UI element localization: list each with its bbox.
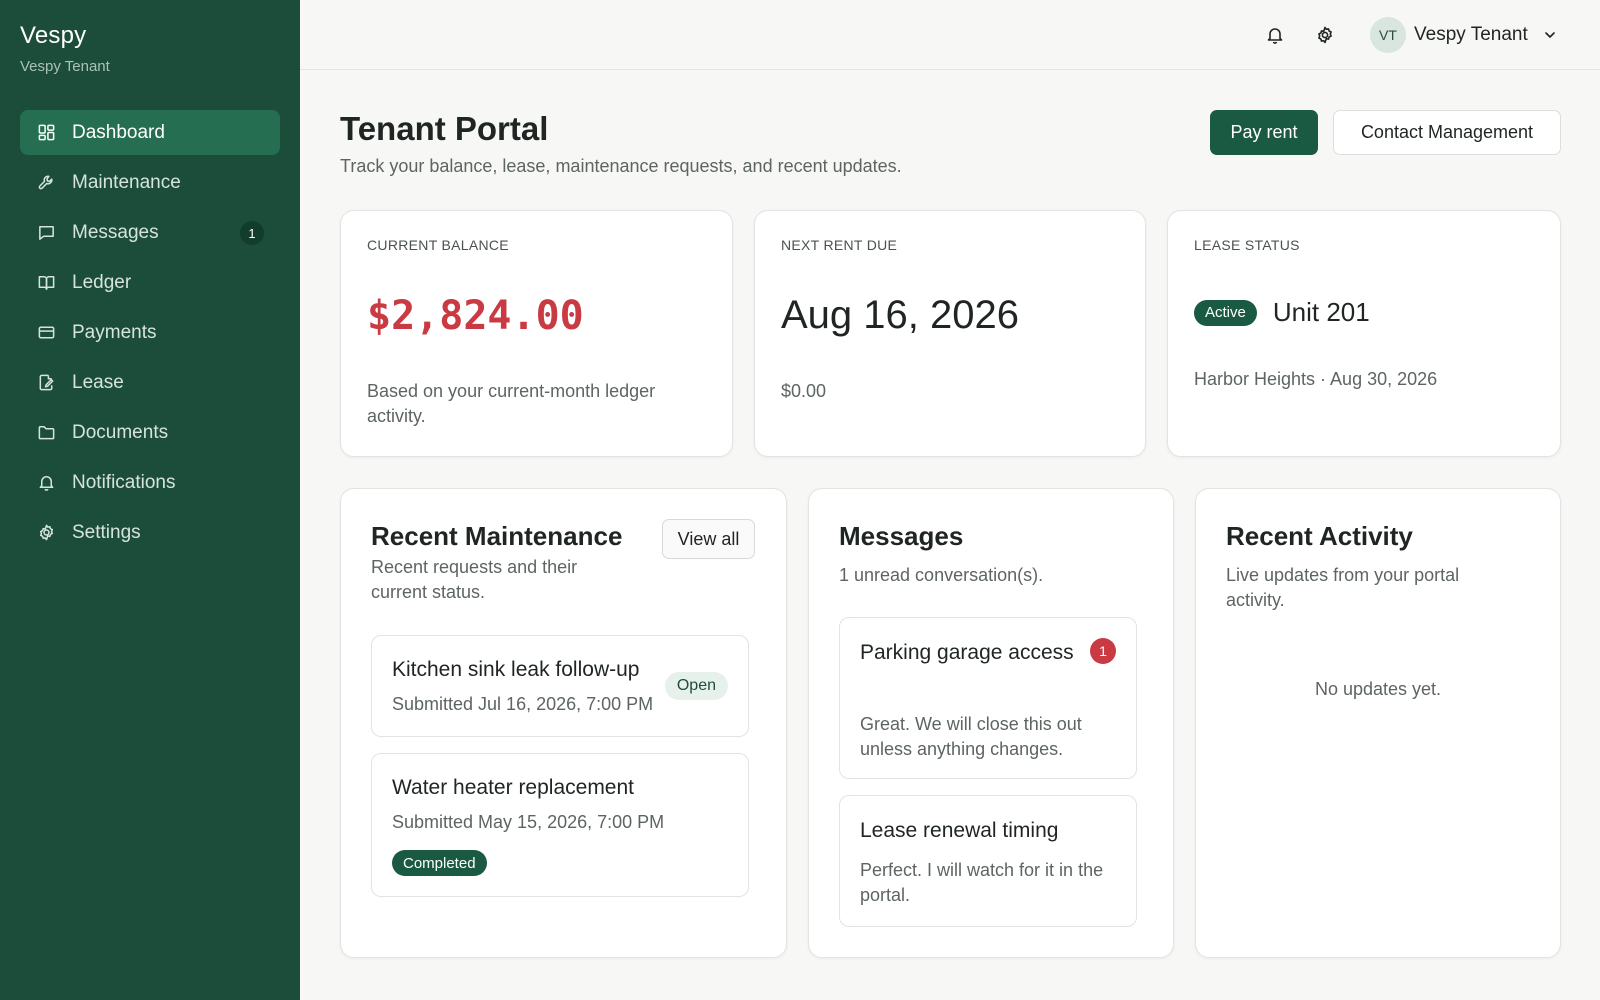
card-subtitle: Recent requests and their current status… (371, 557, 578, 602)
message-title: Lease renewal timing (860, 819, 1059, 842)
sidebar-item-label: Notifications (72, 471, 176, 493)
rent-due-date: Aug 16, 2026 (781, 293, 1019, 337)
status-badge: Open (664, 672, 728, 700)
message-preview: Perfect. I will watch for it in the port… (860, 860, 1104, 905)
card-title: Recent Activity (1226, 521, 1413, 551)
gear-icon (36, 523, 56, 543)
maintenance-item[interactable]: Kitchen sink leak follow-up Submitted Ju… (371, 635, 749, 737)
unread-badge: 1 (1090, 638, 1116, 664)
page-title: Tenant Portal (340, 110, 549, 147)
message-thread[interactable]: Parking garage access 1 Great. We will c… (839, 617, 1137, 779)
sidebar-item-maintenance[interactable]: Maintenance (20, 160, 280, 205)
maintenance-date: Submitted Jul 16, 2026, 7:00 PM (392, 694, 654, 714)
sidebar-nav: Dashboard Maintenance Messages 1 Ledger (20, 110, 280, 560)
credit-card-icon (36, 323, 56, 343)
page-subtitle: Track your balance, lease, maintenance r… (340, 156, 902, 176)
sidebar-item-documents[interactable]: Documents (20, 410, 280, 455)
stat-label: NEXT RENT DUE (781, 237, 898, 253)
sidebar-item-settings[interactable]: Settings (20, 510, 280, 555)
card-subtitle: Live updates from your portal activity. (1226, 565, 1460, 610)
wrench-icon (36, 173, 56, 193)
sidebar-item-label: Dashboard (72, 121, 165, 143)
bell-icon (36, 473, 56, 493)
dashboard-icon (36, 123, 56, 143)
balance-note: Based on your current-month ledger activ… (367, 381, 656, 426)
brand-name: Vespy (20, 22, 87, 49)
maintenance-title: Kitchen sink leak follow-up (392, 658, 640, 681)
sidebar-item-dashboard[interactable]: Dashboard (20, 110, 280, 155)
bell-icon[interactable] (1262, 22, 1288, 48)
brand: Vespy Vespy Tenant (20, 22, 110, 75)
document-edit-icon (36, 373, 56, 393)
gear-icon[interactable] (1312, 22, 1338, 48)
card-title: Recent Maintenance (371, 521, 623, 551)
contact-management-button[interactable]: Contact Management (1333, 110, 1561, 155)
lease-status-row: Active Unit 201 (1194, 297, 1370, 328)
sidebar-item-label: Maintenance (72, 171, 181, 193)
message-thread[interactable]: Lease renewal timing Perfect. I will wat… (839, 795, 1137, 927)
user-name: Vespy Tenant (1414, 24, 1528, 45)
sidebar-item-payments[interactable]: Payments (20, 310, 280, 355)
maintenance-date: Submitted May 15, 2026, 7:00 PM (392, 812, 665, 832)
lease-property: Harbor Heights · Aug 30, 2026 (1194, 369, 1438, 389)
user-menu[interactable]: VT Vespy Tenant (1370, 17, 1558, 53)
status-badge: Active (1194, 299, 1257, 326)
maintenance-title: Water heater replacement (392, 776, 635, 799)
pay-rent-button[interactable]: Pay rent (1210, 110, 1318, 155)
messages-count-badge: 1 (240, 221, 264, 245)
sidebar-item-notifications[interactable]: Notifications (20, 460, 280, 505)
card-subtitle: 1 unread conversation(s). (839, 565, 1044, 585)
stat-label: CURRENT BALANCE (367, 237, 509, 253)
recent-maintenance-card: Recent Maintenance Recent requests and t… (340, 488, 787, 958)
lease-status-card: LEASE STATUS Active Unit 201 Harbor Heig… (1167, 210, 1561, 457)
status-badge: Completed (392, 850, 487, 876)
sidebar-item-label: Documents (72, 421, 169, 443)
view-all-button[interactable]: View all (662, 519, 755, 559)
topbar: VT Vespy Tenant (300, 0, 1600, 70)
lease-unit: Unit 201 (1272, 297, 1370, 327)
sidebar-item-label: Ledger (72, 271, 132, 293)
brand-subtitle: Vespy Tenant (20, 58, 110, 75)
message-icon (36, 223, 56, 243)
folder-icon (36, 423, 56, 443)
sidebar-item-ledger[interactable]: Ledger (20, 260, 280, 305)
avatar: VT (1370, 17, 1406, 53)
message-preview: Great. We will close this out unless any… (860, 714, 1082, 759)
sidebar-item-messages[interactable]: Messages 1 (20, 210, 280, 255)
balance-value: $2,824.00 (367, 293, 584, 339)
rent-amount: $0.00 (781, 381, 827, 401)
book-icon (36, 273, 56, 293)
card-title: Messages (839, 521, 964, 551)
current-balance-card: CURRENT BALANCE $2,824.00 Based on your … (340, 210, 733, 457)
sidebar-item-lease[interactable]: Lease (20, 360, 280, 405)
sidebar: Vespy Vespy Tenant Dashboard Maintenance… (0, 0, 300, 1000)
chevron-down-icon (1542, 27, 1558, 43)
sidebar-item-label: Payments (72, 321, 157, 343)
maintenance-item[interactable]: Water heater replacement Submitted May 1… (371, 753, 749, 897)
messages-card: Messages 1 unread conversation(s). Parki… (808, 488, 1174, 958)
message-title: Parking garage access (860, 641, 1074, 664)
sidebar-item-label: Settings (72, 521, 141, 543)
next-rent-due-card: NEXT RENT DUE Aug 16, 2026 $0.00 (754, 210, 1146, 457)
sidebar-item-label: Messages (72, 221, 159, 243)
empty-state: No updates yet. (1314, 679, 1442, 699)
recent-activity-card: Recent Activity Live updates from your p… (1195, 488, 1561, 958)
sidebar-item-label: Lease (72, 371, 124, 393)
stat-label: LEASE STATUS (1194, 237, 1300, 253)
